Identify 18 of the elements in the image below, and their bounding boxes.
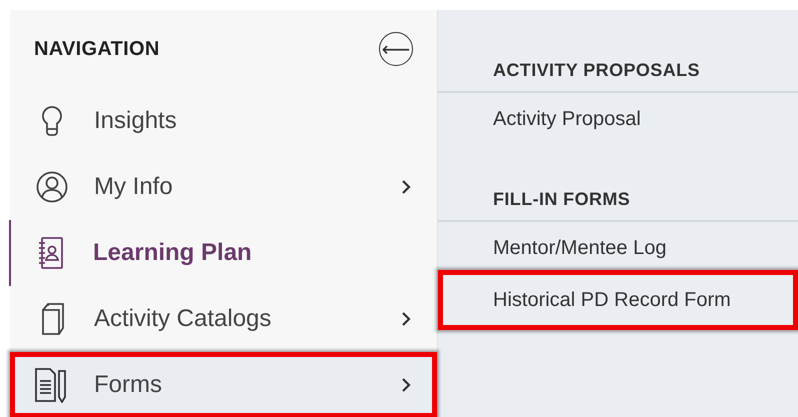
address-book-icon: [37, 236, 65, 270]
menu-link[interactable]: Activity Proposal: [438, 93, 798, 145]
nav-item[interactable]: Insights: [10, 88, 437, 154]
navigation-title: NAVIGATION: [34, 38, 160, 60]
nav-item[interactable]: My Info: [10, 154, 437, 220]
lightbulb-icon: [41, 105, 63, 137]
nav-item[interactable]: Activity Catalogs: [10, 286, 437, 352]
nav-label: Activity Catalogs: [94, 305, 272, 333]
collapse-button[interactable]: ⟵: [379, 32, 413, 66]
nav-label: Insights: [94, 107, 178, 135]
nav-label: Forms: [94, 371, 163, 399]
book-icon: [39, 302, 65, 336]
nav-label: Learning Plan: [93, 239, 253, 267]
user-circle-icon: [36, 171, 68, 203]
nav-label: My Info: [94, 173, 174, 201]
section-heading: ACTIVITY PROPOSALS: [438, 60, 798, 93]
highlighted-nav-item[interactable]: Forms: [10, 352, 437, 417]
section-heading: FILL-IN FORMS: [438, 189, 798, 222]
